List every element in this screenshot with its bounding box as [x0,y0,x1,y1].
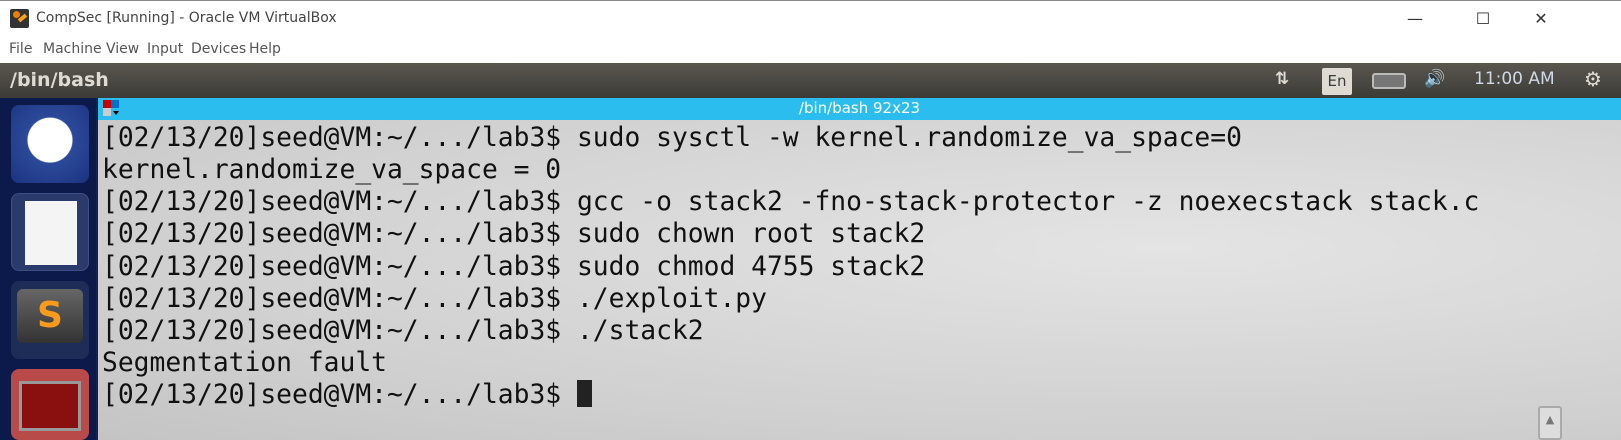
terminal-titlebar: /bin/bash 92x23 [98,98,1621,120]
volume-icon[interactable]: 🔊 [1424,69,1445,89]
terminal-line: [02/13/20]seed@VM:~/.../lab3$ sudo chmod… [102,252,926,282]
menu-devices[interactable]: Devices [191,41,246,57]
minimize-button[interactable]: — [1392,7,1438,31]
clock[interactable]: 11:00 AM [1474,69,1555,89]
terminal-line: [02/13/20]seed@VM:~/.../lab3$ sudo sysct… [102,123,1242,153]
menu-help[interactable]: Help [249,41,281,57]
battery-icon[interactable] [1372,73,1406,89]
sublime-text-icon[interactable]: S [11,281,89,359]
terminal-line: Segmentation fault [102,348,387,378]
virtualbox-icon [10,9,29,28]
window-titlebar: CompSec [Running] - Oracle VM VirtualBox… [0,0,1621,36]
terminal-prompt: [02/13/20]seed@VM:~/.../lab3$ [102,380,577,410]
launcher: S [0,98,98,440]
menu-input[interactable]: Input [147,41,183,57]
terminal-output[interactable]: [02/13/20]seed@VM:~/.../lab3$ sudo sysct… [98,120,1621,440]
terminal-line: [02/13/20]seed@VM:~/.../lab3$ ./exploit.… [102,284,767,314]
top-panel: /bin/bash ⇅ En 🔊 11:00 AM ⚙ [0,63,1621,98]
network-icon[interactable]: ⇅ [1275,69,1289,89]
menu-file[interactable]: File [9,41,32,57]
scroll-up-button[interactable]: ▲ [1538,406,1562,440]
window-title: CompSec [Running] - Oracle VM VirtualBox [36,10,337,26]
text-cursor [576,380,592,407]
terminal-line: [02/13/20]seed@VM:~/.../lab3$ sudo chown… [102,219,926,249]
terminal-prompt-line: [02/13/20]seed@VM:~/.../lab3$ [102,379,592,411]
terminal-line: [02/13/20]seed@VM:~/.../lab3$ ./stack2 [102,316,704,346]
keyboard-layout-indicator[interactable]: En [1322,68,1352,95]
terminal-launcher-icon[interactable] [11,369,89,440]
terminal-line: [02/13/20]seed@VM:~/.../lab3$ gcc -o sta… [102,187,1480,217]
menubar: File Machine View Input Devices Help [0,36,1621,63]
text-editor-icon[interactable] [11,193,89,271]
close-button[interactable]: ✕ [1518,7,1564,31]
terminal-title: /bin/bash 92x23 [798,99,921,117]
maximize-button[interactable]: ☐ [1460,7,1506,31]
power-gear-icon[interactable]: ⚙ [1584,67,1602,91]
menu-machine[interactable]: Machine [43,41,102,57]
ubuntu-dash-icon[interactable] [11,105,89,183]
panel-title: /bin/bash [10,69,109,91]
menu-view[interactable]: View [106,41,139,57]
terminal-line: kernel.randomize_va_space = 0 [102,155,562,185]
